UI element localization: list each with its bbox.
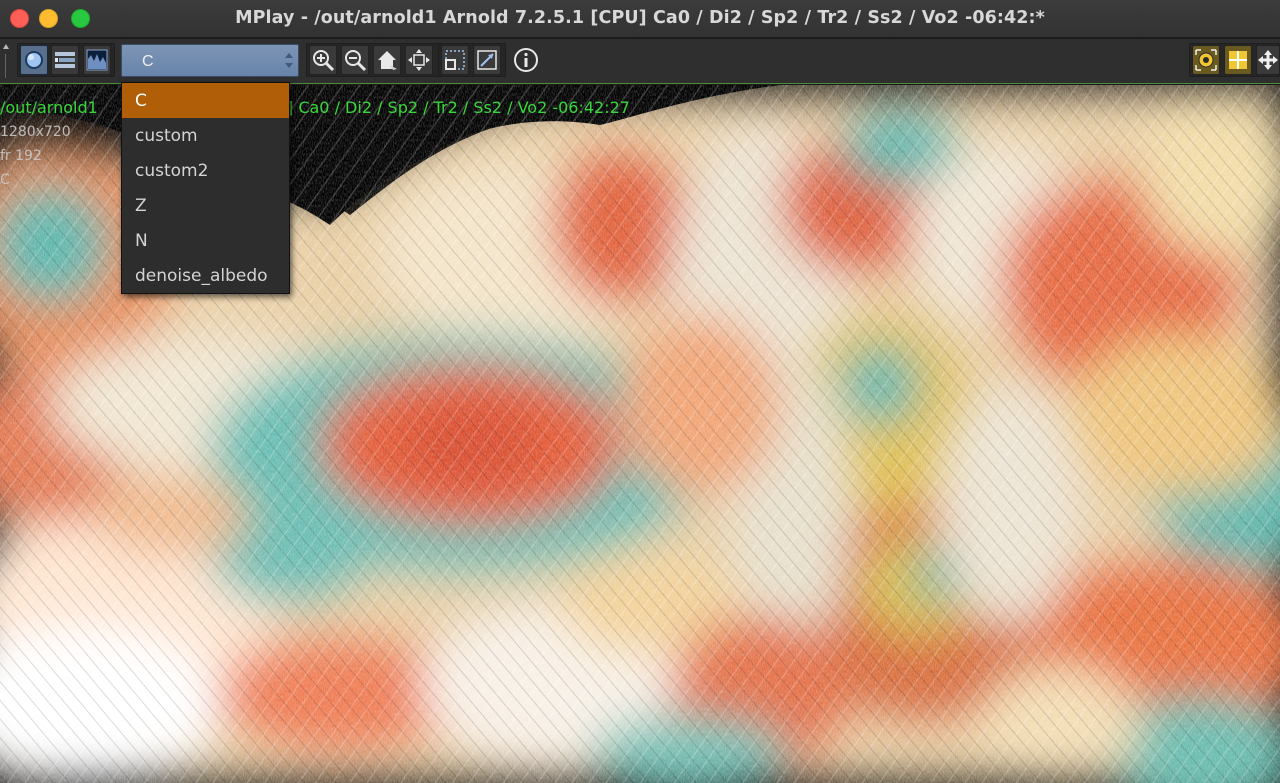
plane-dropdown-menu: C custom custom2 Z N denoise_albedo <box>121 82 290 294</box>
overlay-frame: fr 192 <box>0 148 42 164</box>
plane-option-custom[interactable]: custom <box>122 118 289 153</box>
grid-button[interactable] <box>1224 45 1252 75</box>
plane-option-denoise-albedo[interactable]: denoise_albedo <box>122 258 289 293</box>
move-arrows-button[interactable] <box>1256 45 1280 75</box>
region-select-icon <box>443 48 467 72</box>
title-bar: MPlay - /out/arnold1 Arnold 7.2.5.1 [CPU… <box>0 0 1280 38</box>
region-select-button[interactable] <box>441 45 469 75</box>
snapshot-target-icon <box>1195 49 1217 71</box>
zoom-in-button[interactable] <box>309 45 337 75</box>
layers-list-icon <box>53 49 77 71</box>
histogram-button[interactable] <box>83 45 111 75</box>
plane-select-spinner-icon[interactable] <box>284 51 294 71</box>
layers-list-button[interactable] <box>51 45 79 75</box>
info-button[interactable] <box>512 45 540 75</box>
region-edit-button[interactable] <box>473 45 501 75</box>
overlay-path: /out/arnold1 <box>0 98 98 117</box>
info-icon <box>513 47 539 73</box>
grid-icon <box>1227 49 1249 71</box>
plane-select-value: C <box>142 53 154 70</box>
snapshot-target-button[interactable] <box>1192 45 1220 75</box>
move-arrows-icon <box>1258 49 1278 71</box>
window-title: MPlay - /out/arnold1 Arnold 7.2.5.1 [CPU… <box>235 8 1045 28</box>
sphere-preview-button[interactable] <box>20 45 48 75</box>
fit-frame-icon <box>407 48 431 72</box>
plane-option-custom2[interactable]: custom2 <box>122 153 289 188</box>
zoom-out-button[interactable] <box>341 45 369 75</box>
overlay-plane: C <box>0 172 10 188</box>
overlay-render-stats: ] Ca0 / Di2 / Sp2 / Tr2 / Ss2 / Vo2 -06:… <box>287 98 630 117</box>
overlay-resolution: 1280x720 <box>0 124 71 140</box>
toolbar-grip-handle[interactable] <box>2 42 9 80</box>
toolbar: C <box>0 39 1280 84</box>
sphere-preview-icon <box>23 49 45 71</box>
plane-option-z[interactable]: Z <box>122 188 289 223</box>
zoom-in-icon <box>311 48 335 72</box>
home-button[interactable] <box>373 45 401 75</box>
plane-select[interactable]: C <box>121 44 299 77</box>
plane-option-n[interactable]: N <box>122 223 289 258</box>
plane-option-c[interactable]: C <box>122 83 289 118</box>
histogram-icon <box>86 49 108 71</box>
region-edit-icon <box>475 48 499 72</box>
fit-frame-button[interactable] <box>405 45 433 75</box>
zoom-out-icon <box>343 48 367 72</box>
home-icon <box>375 48 399 72</box>
